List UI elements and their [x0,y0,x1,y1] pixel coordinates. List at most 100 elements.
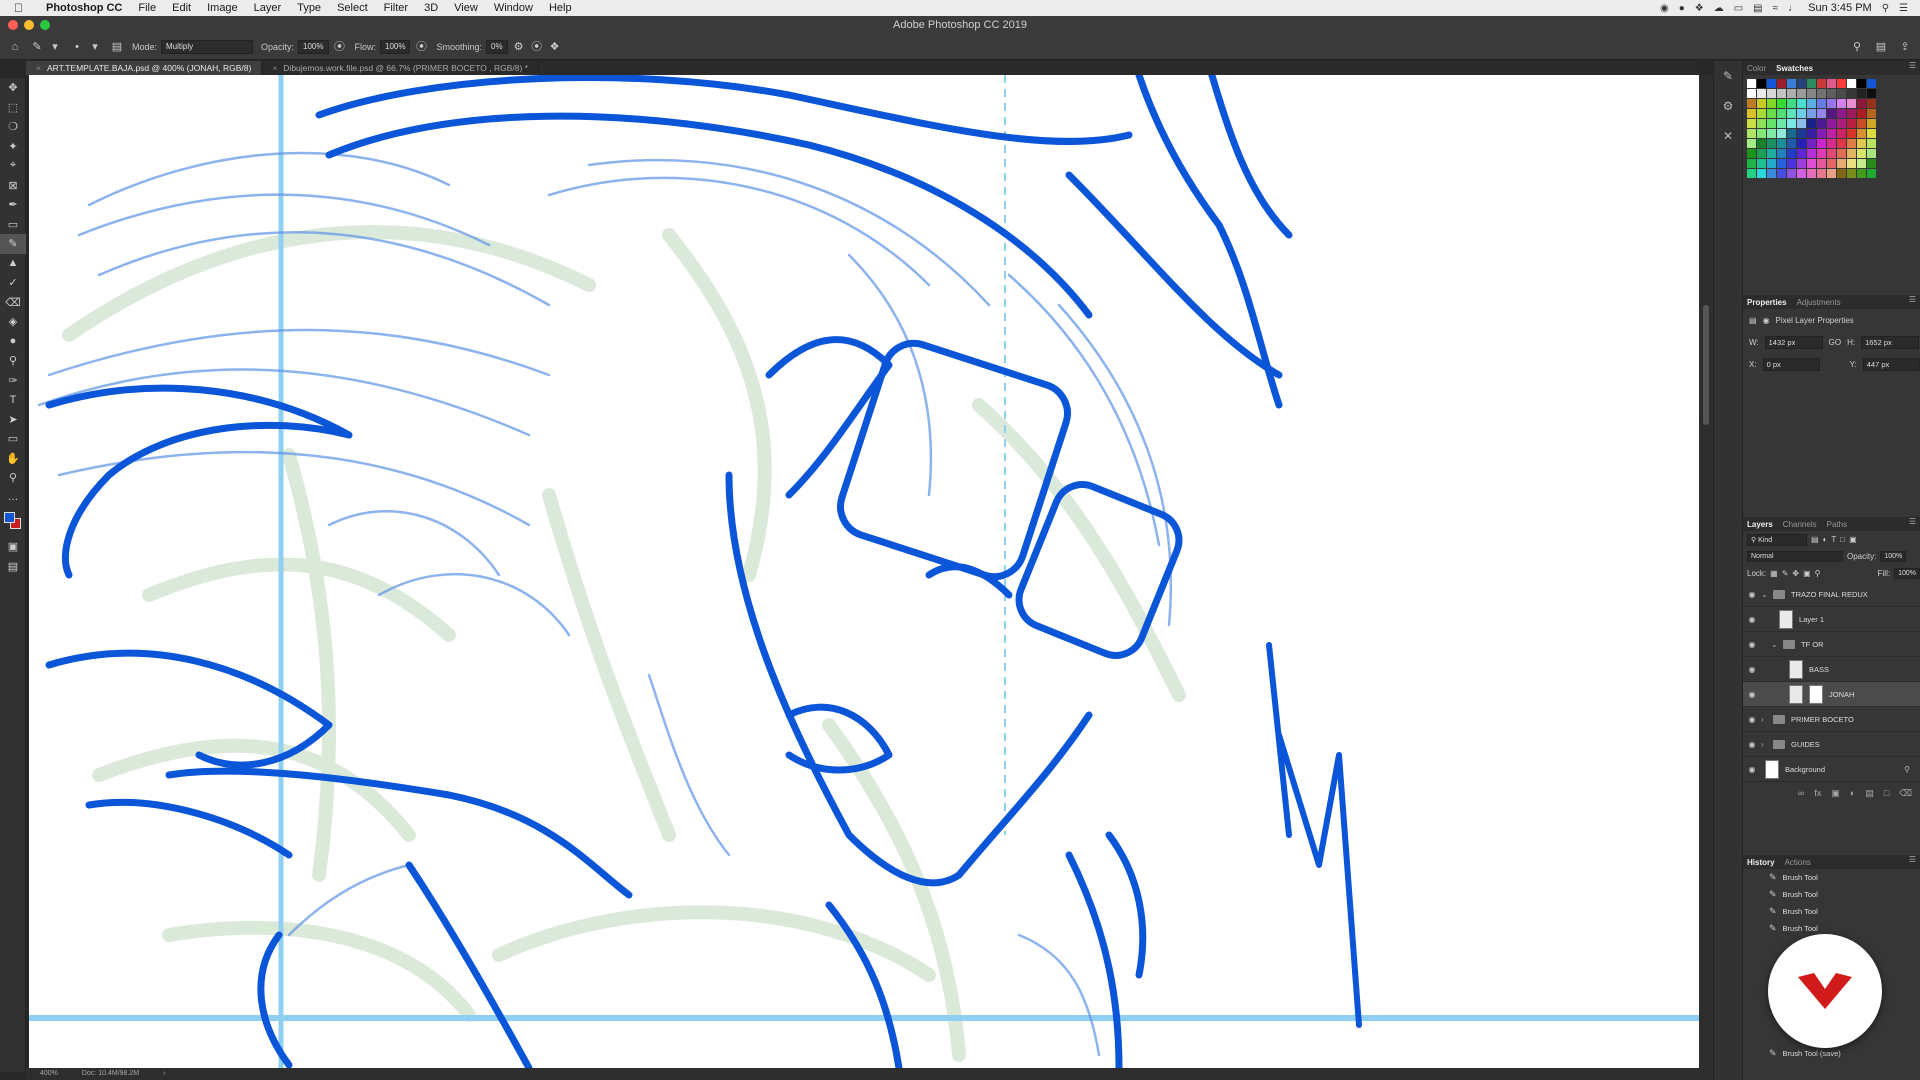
menu-app-name[interactable]: Photoshop CC [38,2,130,14]
tab-swatches[interactable]: Swatches [1776,64,1813,73]
workspace-icon[interactable]: ▤ [1874,40,1888,54]
color-swatch[interactable] [1837,129,1846,138]
history-item[interactable]: ✎ Brush Tool [1743,886,1920,903]
color-swatch[interactable] [1867,139,1876,148]
type-tool-icon[interactable]: T [0,390,26,410]
color-swatch[interactable] [1867,79,1876,88]
color-swatch[interactable] [1747,129,1756,138]
color-swatch[interactable] [1777,159,1786,168]
color-swatch[interactable] [1827,99,1836,108]
healing-brush-tool-icon[interactable]: ▭ [0,215,26,235]
color-swatch[interactable] [1747,79,1756,88]
dropbox-icon[interactable]: ❖ [1695,3,1704,14]
color-swatch[interactable] [1807,169,1816,178]
layer-row-selected[interactable]: ◉ JONAH [1743,682,1920,707]
menu-edit[interactable]: Edit [164,2,199,14]
airplay-icon[interactable]: ▭ [1734,3,1743,14]
layer-row[interactable]: ◉ BASS [1743,657,1920,682]
filter-smart-icon[interactable]: ▣ [1849,535,1857,544]
lock-pixels-icon[interactable]: ✎ [1782,569,1789,578]
lock-transparent-icon[interactable]: ▦ [1770,569,1778,578]
chevron-down-icon[interactable]: ⌄ [1761,590,1769,599]
color-swatch[interactable] [1867,89,1876,98]
history-item[interactable]: ✎ Brush Tool [1743,903,1920,920]
visibility-eye-icon[interactable]: ◉ [1743,715,1761,724]
menu-help[interactable]: Help [541,2,580,14]
layer-row[interactable]: ◉ ⌄ TRAZO FINAL REDUX [1743,582,1920,607]
color-swatch[interactable] [1857,79,1866,88]
panel-menu-icon[interactable]: ☰ [1909,61,1916,70]
color-swatch[interactable] [1857,129,1866,138]
color-swatch[interactable] [1847,119,1856,128]
color-swatch[interactable] [1837,109,1846,118]
doc-tab-active[interactable]: × ART.TEMPLATE.BAJA.psd @ 400% (JONAH, RG… [26,61,263,75]
color-swatch[interactable] [1847,169,1856,178]
tab-history[interactable]: History [1747,858,1775,867]
layer-row[interactable]: ◉ Background ⚲ [1743,757,1920,782]
pressure-size-icon[interactable]: ⦿ [530,40,544,54]
color-swatch[interactable] [1827,119,1836,128]
color-swatch[interactable] [1757,89,1766,98]
record-icon[interactable]: ◉ [1660,3,1669,14]
eraser-tool-icon[interactable]: ⌫ [0,293,26,313]
rectangle-tool-icon[interactable]: ▭ [0,429,26,449]
color-swatch[interactable] [1817,119,1826,128]
pressure-opacity-icon[interactable]: ⦿ [333,40,347,54]
y-field[interactable]: 447 px [1862,357,1920,371]
color-swatch[interactable] [1787,119,1796,128]
symmetry-icon[interactable]: ❖ [548,40,562,54]
color-swatch[interactable] [1797,79,1806,88]
color-swatch[interactable] [1777,149,1786,158]
menu-clock[interactable]: Sun 3:45 PM [1808,2,1872,14]
tab-layers[interactable]: Layers [1747,520,1773,529]
color-swatch[interactable] [1867,169,1876,178]
quick-mask-icon[interactable]: ▣ [0,537,26,557]
color-swatch[interactable] [1837,79,1846,88]
height-field[interactable]: 1652 px [1861,335,1920,349]
color-swatch[interactable] [1757,159,1766,168]
color-swatch[interactable] [1777,89,1786,98]
color-swatch[interactable] [1787,99,1796,108]
color-swatch[interactable] [1807,89,1816,98]
color-swatch[interactable] [1747,169,1756,178]
color-swatch[interactable] [1757,79,1766,88]
color-swatch[interactable] [1857,119,1866,128]
flow-field[interactable]: 100% [380,39,411,54]
color-swatch[interactable] [1797,109,1806,118]
color-swatch[interactable] [1807,149,1816,158]
color-swatch[interactable] [1817,169,1826,178]
color-swatch[interactable] [1807,139,1816,148]
lock-icon[interactable]: ⚲ [1904,765,1910,774]
color-swatch[interactable] [1817,139,1826,148]
link-layers-icon[interactable]: ∞ [1798,788,1804,799]
visibility-eye-icon[interactable]: ◉ [1743,665,1761,674]
document-canvas[interactable] [29,75,1699,1068]
color-swatch[interactable] [1787,169,1796,178]
adjustment-layer-icon[interactable]: ◐ [1850,788,1855,799]
x-field[interactable]: 0 px [1762,357,1820,371]
color-swatch[interactable] [1857,169,1866,178]
color-swatch[interactable] [1797,129,1806,138]
mode-select[interactable]: Multiply [161,39,254,54]
kind-filter[interactable]: ⚲ Kind [1747,533,1807,546]
color-swatch[interactable] [1777,79,1786,88]
zoom-readout[interactable]: 400% [40,1068,58,1080]
color-swatch[interactable] [1767,99,1776,108]
color-swatch[interactable] [1757,119,1766,128]
color-swatch[interactable] [1747,99,1756,108]
hand-tool-icon[interactable]: ✋ [0,449,26,469]
blur-tool-icon[interactable]: ● [0,332,26,352]
color-swatch[interactable] [1807,119,1816,128]
add-mask-icon[interactable]: ▣ [1831,788,1840,799]
color-swatch[interactable] [1767,169,1776,178]
color-swatch[interactable] [1757,109,1766,118]
color-swatch[interactable] [1747,159,1756,168]
color-swatch[interactable] [1757,149,1766,158]
color-swatch[interactable] [1787,139,1796,148]
close-icon[interactable]: × [36,63,41,73]
chevron-right-icon[interactable]: › [1761,715,1769,724]
brush-preset-icon[interactable]: ✎ [30,40,44,54]
color-swatch[interactable] [1827,129,1836,138]
width-field[interactable]: 1432 px [1764,335,1823,349]
creative-cloud-icon[interactable]: ● [1679,3,1685,14]
